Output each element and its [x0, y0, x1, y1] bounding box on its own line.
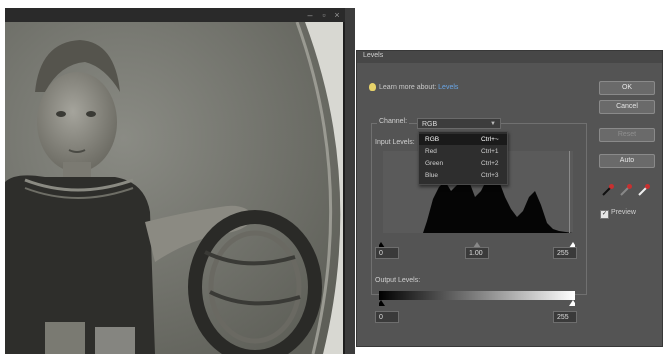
- output-levels-label: Output Levels:: [375, 277, 421, 284]
- panel-divider[interactable]: [345, 8, 355, 354]
- maximize-icon[interactable]: ▫: [319, 10, 329, 20]
- input-white-field[interactable]: 255: [553, 247, 577, 259]
- learn-more-link[interactable]: Levels: [438, 84, 458, 91]
- preview-checkbox[interactable]: ✓: [600, 210, 609, 219]
- channel-option-green[interactable]: Green Ctrl+2: [419, 158, 507, 169]
- learn-more: Learn more about: Levels: [379, 84, 458, 91]
- auto-button[interactable]: Auto: [599, 154, 655, 168]
- channel-select[interactable]: RGB ▼: [417, 118, 501, 129]
- output-gradient-bar: [379, 291, 575, 300]
- input-gamma-field[interactable]: 1.00: [465, 247, 489, 259]
- output-black-field[interactable]: 0: [375, 311, 399, 323]
- white-eyedropper-icon[interactable]: [637, 183, 651, 197]
- dialog-title: Levels: [363, 52, 384, 59]
- channel-dropdown-menu[interactable]: RGB Ctrl+~ Red Ctrl+1 Green Ctrl+2 Blue …: [418, 131, 508, 185]
- photo-document-window[interactable]: – ▫ ×: [5, 8, 345, 354]
- vintage-child-photo-image: [5, 22, 343, 354]
- close-icon[interactable]: ×: [332, 10, 342, 20]
- photo-canvas[interactable]: [5, 22, 343, 354]
- dialog-titlebar[interactable]: Levels: [357, 51, 662, 63]
- chevron-down-icon: ▼: [490, 121, 496, 127]
- reset-button[interactable]: Reset: [599, 128, 655, 142]
- learn-more-prefix: Learn more about:: [379, 84, 437, 91]
- input-slider-track[interactable]: [377, 235, 577, 248]
- levels-dialog: Levels Learn more about: Levels Channel:…: [356, 50, 663, 347]
- input-levels-label: Input Levels:: [375, 139, 415, 146]
- ok-button[interactable]: OK: [599, 81, 655, 95]
- channel-option-rgb[interactable]: RGB Ctrl+~: [419, 134, 507, 145]
- output-white-field[interactable]: 255: [553, 311, 577, 323]
- channel-option-blue[interactable]: Blue Ctrl+3: [419, 170, 507, 181]
- black-eyedropper-icon[interactable]: [601, 183, 615, 197]
- preview-label: Preview: [611, 209, 636, 216]
- gray-eyedropper-icon[interactable]: [619, 183, 633, 197]
- document-title-strip: – ▫ ×: [5, 8, 345, 22]
- minimize-icon[interactable]: –: [305, 10, 315, 20]
- output-slider-handles[interactable]: [379, 300, 575, 306]
- channel-option-red[interactable]: Red Ctrl+1: [419, 146, 507, 157]
- cancel-button[interactable]: Cancel: [599, 100, 655, 114]
- input-black-field[interactable]: 0: [375, 247, 399, 259]
- channel-select-value: RGB: [422, 121, 438, 128]
- channel-label: Channel:: [377, 118, 410, 125]
- lightbulb-icon: [369, 83, 376, 91]
